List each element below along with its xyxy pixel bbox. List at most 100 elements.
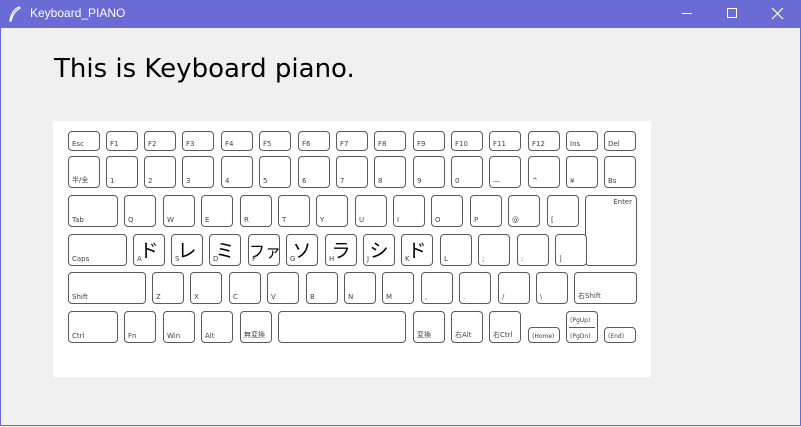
key-6[interactable]: 6 (298, 156, 330, 188)
key-f[interactable]: ファ F (248, 234, 281, 266)
key-g[interactable]: ソG (286, 234, 318, 266)
key-w[interactable]: W (163, 195, 195, 227)
key-t[interactable]: T (278, 195, 310, 227)
minimize-button[interactable] (664, 0, 710, 28)
key-f2[interactable]: F2 (144, 131, 176, 151)
key-a[interactable]: ドA (133, 234, 165, 266)
maximize-button[interactable] (710, 0, 756, 28)
key-enter[interactable]: Enter (585, 195, 637, 266)
key-f6[interactable]: F6 (298, 131, 330, 151)
key-f11[interactable]: F11 (489, 131, 521, 151)
key-comma[interactable]: , (421, 272, 453, 304)
key-label: F6 (302, 140, 311, 148)
key-muhenkan[interactable]: 無変換 (240, 311, 272, 343)
key-pgup-pgdn[interactable]: (PgUp) (PgDn) (566, 311, 598, 343)
key-right-ctrl[interactable]: 右Ctrl (489, 311, 521, 343)
key-1[interactable]: 1 (106, 156, 138, 188)
key-tab[interactable]: Tab (68, 195, 118, 227)
key-f3[interactable]: F3 (182, 131, 214, 151)
key-zenkaku[interactable]: 半/全 (68, 156, 100, 188)
key-label: . (463, 293, 466, 301)
key-end[interactable]: (End) (604, 327, 636, 343)
key-u[interactable]: U (355, 195, 387, 227)
key-semicolon[interactable]: ; (478, 234, 510, 266)
key-f4[interactable]: F4 (221, 131, 253, 151)
key-alt[interactable]: Alt (201, 311, 233, 343)
key-f8[interactable]: F8 (374, 131, 406, 151)
key-label: R (244, 216, 249, 224)
key-f10[interactable]: F10 (451, 131, 483, 151)
key-8[interactable]: 8 (374, 156, 406, 188)
key-right-shift[interactable]: 右Shift (574, 272, 637, 304)
key-f12[interactable]: F12 (528, 131, 560, 151)
key-label: Esc (72, 140, 84, 148)
key-q[interactable]: Q (124, 195, 156, 227)
key-label: Alt (205, 332, 215, 340)
key-rbracket[interactable]: ] (555, 234, 587, 266)
key-at[interactable]: @ (508, 195, 540, 227)
key-h[interactable]: ラH (325, 234, 357, 266)
key-2[interactable]: 2 (144, 156, 176, 188)
key-x[interactable]: X (190, 272, 222, 304)
key-yen[interactable]: ¥ (566, 156, 598, 188)
key-y[interactable]: Y (316, 195, 348, 227)
page-title: This is Keyboard piano. (54, 54, 355, 84)
key-s[interactable]: レS (171, 234, 203, 266)
key-0[interactable]: 0 (451, 156, 483, 188)
key-label: Shift (72, 293, 88, 301)
key-f9[interactable]: F9 (413, 131, 445, 151)
key-r[interactable]: R (240, 195, 272, 227)
window-title: Keyboard_PIANO (30, 6, 126, 20)
key-9[interactable]: 9 (413, 156, 445, 188)
key-lbracket[interactable]: [ (547, 195, 579, 227)
key-esc[interactable]: Esc (68, 131, 100, 151)
minimize-icon (682, 13, 692, 14)
key-space[interactable] (278, 311, 406, 343)
key-label: T (282, 216, 287, 224)
key-k[interactable]: ドK (401, 234, 433, 266)
key-f1[interactable]: F1 (106, 131, 138, 151)
key-label: F8 (378, 140, 387, 148)
key-minus[interactable]: — (489, 156, 521, 188)
key-label: B (310, 293, 315, 301)
key-n[interactable]: N (344, 272, 376, 304)
key-backspace[interactable]: Bs (604, 156, 636, 188)
key-v[interactable]: V (267, 272, 299, 304)
key-win[interactable]: Win (163, 311, 195, 343)
key-c[interactable]: C (229, 272, 261, 304)
key-ins[interactable]: Ins (566, 131, 598, 151)
key-j[interactable]: シJ (363, 234, 395, 266)
key-4[interactable]: 4 (221, 156, 253, 188)
key-o[interactable]: O (431, 195, 463, 227)
key-fn[interactable]: Fn (124, 311, 156, 343)
key-b[interactable]: B (306, 272, 338, 304)
key-i[interactable]: I (393, 195, 425, 227)
key-5[interactable]: 5 (259, 156, 291, 188)
key-3[interactable]: 3 (182, 156, 214, 188)
key-home[interactable]: (Home) (528, 327, 560, 343)
key-slash[interactable]: / (498, 272, 530, 304)
key-period[interactable]: . (459, 272, 491, 304)
key-m[interactable]: M (382, 272, 414, 304)
key-henkan[interactable]: 変換 (413, 311, 445, 343)
key-label: Tab (72, 216, 84, 224)
key-caret[interactable]: ^ (528, 156, 560, 188)
key-caps[interactable]: Caps (68, 234, 127, 266)
key-del[interactable]: Del (604, 131, 636, 151)
key-l[interactable]: L (440, 234, 472, 266)
key-d[interactable]: ミD (209, 234, 241, 266)
key-ctrl[interactable]: Ctrl (68, 311, 118, 343)
key-7[interactable]: 7 (336, 156, 368, 188)
close-button[interactable] (755, 0, 801, 28)
key-colon[interactable]: : (517, 234, 549, 266)
key-label: H (329, 255, 335, 263)
key-f7[interactable]: F7 (336, 131, 368, 151)
key-f5[interactable]: F5 (259, 131, 291, 151)
key-shift[interactable]: Shift (68, 272, 146, 304)
key-z[interactable]: Z (152, 272, 184, 304)
key-label: Caps (72, 255, 90, 263)
key-right-alt[interactable]: 右Alt (451, 311, 483, 343)
key-backslash[interactable]: \ (536, 272, 568, 304)
key-e[interactable]: E (201, 195, 233, 227)
key-p[interactable]: P (470, 195, 502, 227)
